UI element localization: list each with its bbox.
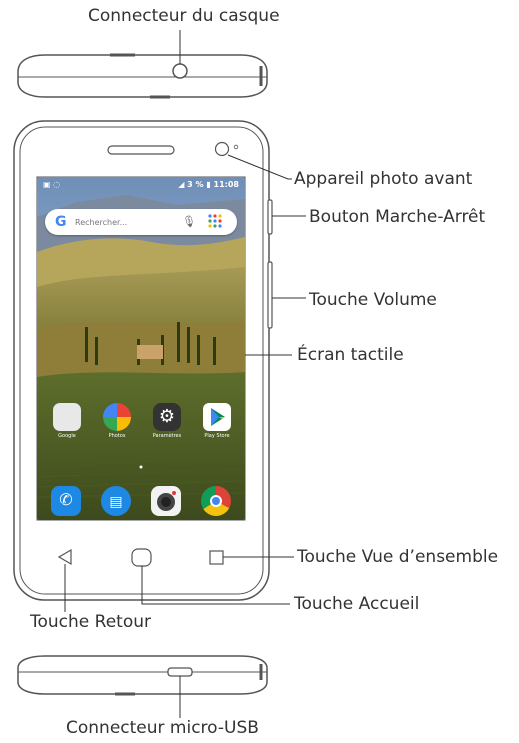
app-label: Photos — [108, 433, 126, 439]
app-google[interactable]: Google — [47, 403, 87, 439]
label-touchscreen: Écran tactile — [297, 345, 404, 365]
search-bar[interactable]: G Rechercher... 🎙 — [45, 209, 237, 235]
home-apps-row: Google Photos ⚙ Paramètres Play Store — [37, 403, 245, 443]
label-front-camera: Appareil photo avant — [294, 169, 473, 189]
app-photos[interactable]: Photos — [97, 403, 137, 439]
label-overview-key: Touche Vue d’ensemble — [297, 547, 499, 567]
status-right: ◢ 3 % ▮ 11:08 — [178, 180, 239, 189]
status-bar: ▣ ◌ ◢ 3 % ▮ 11:08 — [37, 177, 245, 193]
phone-icon[interactable]: ✆ — [51, 486, 81, 516]
chrome-icon[interactable] — [201, 486, 231, 516]
camera-lens-icon — [157, 491, 176, 511]
headphone-jack — [172, 63, 188, 79]
phone-bottom-view — [17, 655, 268, 696]
clock: 11:08 — [213, 180, 239, 189]
speaker-grille — [107, 145, 175, 155]
dock: ✆ ▤ — [37, 484, 245, 520]
photos-pinwheel-icon — [103, 403, 131, 431]
app-play-store[interactable]: Play Store — [197, 403, 237, 439]
settings-gear-icon: ⚙ — [153, 403, 181, 431]
volume-button — [267, 261, 273, 329]
label-headphone-connector: Connecteur du casque — [88, 6, 280, 26]
play-triangle-icon — [211, 408, 225, 426]
app-label: Play Store — [204, 433, 230, 439]
app-label: Google — [58, 433, 76, 439]
front-camera — [214, 141, 230, 157]
power-button — [267, 199, 273, 235]
label-micro-usb: Connecteur micro-USB — [66, 718, 259, 738]
app-label: Paramètres — [152, 433, 182, 439]
micro-usb-port — [167, 667, 193, 677]
label-back-key: Touche Retour — [30, 612, 151, 632]
camera-icon[interactable] — [151, 486, 181, 516]
label-power-button: Bouton Marche-Arrêt — [309, 207, 486, 227]
google-folder-icon — [53, 403, 81, 431]
app-grid-icon[interactable] — [207, 213, 223, 229]
label-volume: Touche Volume — [309, 290, 437, 310]
phone-top-view — [17, 53, 268, 99]
battery-level: 3 % — [187, 180, 204, 189]
messages-icon[interactable]: ▤ — [101, 486, 131, 516]
app-settings[interactable]: ⚙ Paramètres — [147, 403, 187, 439]
notification-icons: ▣ ◌ — [43, 180, 61, 189]
search-placeholder: Rechercher... — [75, 218, 128, 227]
chrome-center-icon — [210, 495, 222, 507]
play-store-icon — [203, 403, 231, 431]
touchscreen-display: ▣ ◌ ◢ 3 % ▮ 11:08 G Rechercher... 🎙 Goog… — [37, 177, 245, 520]
google-g-icon: G — [55, 214, 67, 230]
label-home-key: Touche Accueil — [294, 594, 420, 614]
microphone-icon[interactable]: 🎙 — [182, 215, 196, 228]
